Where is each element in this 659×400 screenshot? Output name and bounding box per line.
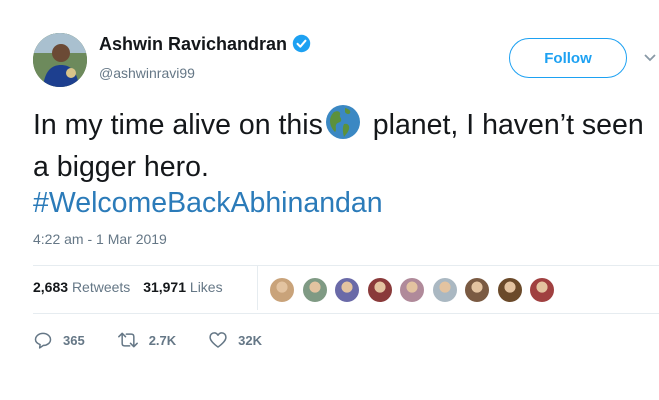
retweet-count: 2.7K bbox=[148, 332, 177, 348]
likes-stat[interactable]: 31,971 Likes bbox=[143, 279, 222, 295]
tweet-actions: 365 2.7K 32K bbox=[33, 330, 294, 350]
avatar[interactable] bbox=[33, 33, 87, 87]
liker-avatar[interactable] bbox=[333, 276, 361, 304]
liker-avatar[interactable] bbox=[300, 276, 329, 304]
follow-button[interactable]: Follow bbox=[509, 38, 627, 78]
tweet-timestamp[interactable]: 4:22 am - 1 Mar 2019 bbox=[33, 231, 167, 247]
liker-avatar[interactable] bbox=[398, 276, 426, 304]
like-count: 32K bbox=[238, 332, 263, 348]
author-handle[interactable]: @ashwinravi99 bbox=[99, 65, 195, 81]
liker-avatar[interactable] bbox=[495, 276, 524, 304]
retweets-label: Retweets bbox=[71, 279, 131, 295]
reply-icon bbox=[34, 332, 52, 349]
liker-avatar[interactable] bbox=[365, 276, 394, 304]
likes-label: Likes bbox=[189, 279, 223, 295]
retweet-button[interactable]: 2.7K bbox=[117, 330, 176, 350]
author-name[interactable]: Ashwin Ravichandran bbox=[99, 34, 311, 58]
tweet-text-part1: In my time alive on this bbox=[33, 109, 323, 141]
chevron-down-icon[interactable] bbox=[643, 50, 657, 68]
globe-americas-icon bbox=[325, 104, 361, 149]
retweets-stat[interactable]: 2,683 Retweets bbox=[33, 279, 130, 295]
reply-button[interactable]: 365 bbox=[33, 330, 85, 350]
liker-avatar[interactable] bbox=[268, 276, 296, 304]
liker-avatar[interactable] bbox=[528, 276, 556, 304]
author-name-text[interactable]: Ashwin Ravichandran bbox=[99, 34, 287, 54]
divider bbox=[33, 265, 659, 266]
liker-avatar[interactable] bbox=[463, 276, 491, 304]
engagement-stats: 2,683 Retweets 31,971 Likes bbox=[33, 279, 232, 295]
retweets-count: 2,683 bbox=[33, 279, 69, 295]
hashtag-link[interactable]: #WelcomeBackAbhinandan bbox=[33, 187, 383, 219]
verified-badge-icon bbox=[292, 34, 311, 58]
likes-count: 31,971 bbox=[143, 279, 187, 295]
like-button[interactable]: 32K bbox=[208, 330, 262, 350]
stats-separator bbox=[257, 266, 258, 310]
divider bbox=[33, 313, 659, 314]
tweet-text: In my time alive on this planet, I haven… bbox=[33, 104, 648, 221]
likers-avatars bbox=[268, 276, 561, 304]
liker-avatar[interactable] bbox=[430, 276, 459, 304]
heart-icon bbox=[209, 332, 227, 348]
reply-count: 365 bbox=[63, 332, 85, 348]
retweet-icon bbox=[117, 332, 138, 348]
